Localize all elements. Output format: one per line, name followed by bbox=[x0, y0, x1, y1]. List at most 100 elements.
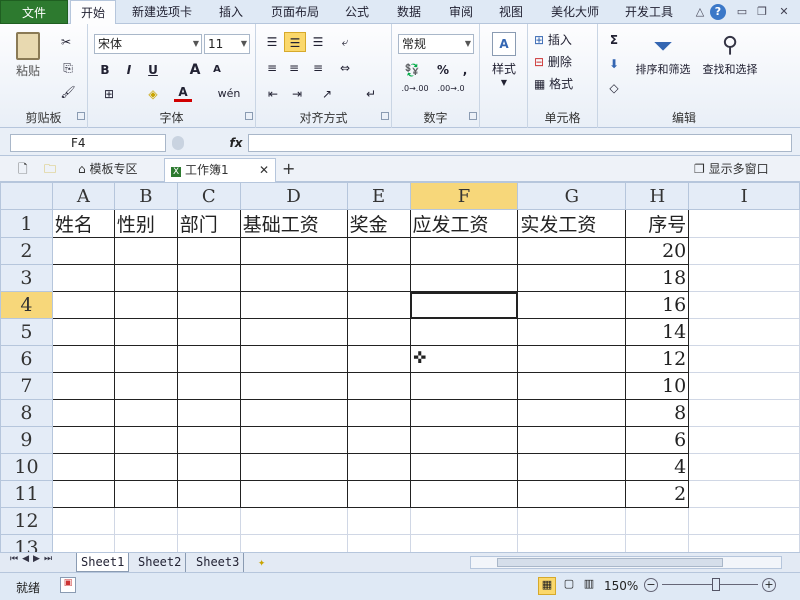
cell[interactable]: 姓名 bbox=[51, 209, 115, 238]
cell[interactable] bbox=[113, 534, 178, 552]
cell[interactable] bbox=[517, 291, 627, 319]
tab-templates[interactable]: ⌂ 模板专区 bbox=[78, 158, 158, 182]
cell[interactable] bbox=[239, 453, 348, 481]
cell[interactable] bbox=[113, 453, 178, 481]
tab-beautify[interactable]: 美化大师 bbox=[540, 0, 610, 24]
tab-page-layout[interactable]: 页面布局 bbox=[262, 0, 328, 24]
fill-icon[interactable]: ⬇ bbox=[604, 54, 624, 74]
format-painter-icon[interactable]: 🖌 bbox=[56, 82, 80, 102]
name-box[interactable]: F4 bbox=[10, 134, 166, 152]
zoom-in-icon[interactable]: + bbox=[762, 578, 776, 592]
cell[interactable] bbox=[346, 237, 411, 265]
cell[interactable] bbox=[409, 372, 519, 400]
tab-review[interactable]: 审阅 bbox=[438, 0, 484, 24]
cell[interactable]: 6 bbox=[625, 426, 690, 454]
cell[interactable] bbox=[176, 318, 241, 346]
zoom-out-icon[interactable]: − bbox=[644, 578, 658, 592]
comma-button[interactable]: , bbox=[458, 60, 472, 80]
cell[interactable]: 8 bbox=[625, 399, 690, 427]
row-header[interactable]: 12 bbox=[0, 507, 53, 535]
cell[interactable] bbox=[176, 237, 241, 265]
column-header-h[interactable]: H bbox=[625, 182, 690, 210]
cell[interactable]: 12 bbox=[625, 345, 690, 373]
align-bottom-icon[interactable]: ☰ bbox=[308, 32, 328, 52]
cell[interactable] bbox=[239, 399, 348, 427]
cell[interactable] bbox=[51, 372, 115, 400]
tab-file[interactable]: 文件 bbox=[0, 0, 68, 24]
align-top-icon[interactable]: ☰ bbox=[262, 32, 282, 52]
clear-icon[interactable]: ◇ bbox=[604, 78, 624, 98]
styles-button[interactable]: A 样式 ▼ bbox=[486, 30, 522, 100]
font-color-button[interactable]: A bbox=[174, 84, 192, 102]
font-size-select[interactable]: 11 ▼ bbox=[204, 34, 250, 54]
cell[interactable] bbox=[409, 534, 519, 552]
decrease-indent-icon[interactable]: ⇤ bbox=[262, 84, 284, 104]
font-name-select[interactable]: 宋体 ▼ bbox=[94, 34, 202, 54]
delete-cells-button[interactable]: ⊟ 删除 bbox=[534, 52, 592, 72]
cell[interactable] bbox=[346, 507, 411, 535]
cell[interactable] bbox=[239, 426, 348, 454]
cell[interactable] bbox=[409, 318, 519, 346]
row-header[interactable]: 7 bbox=[0, 372, 53, 400]
cell[interactable] bbox=[517, 480, 627, 508]
format-cells-button[interactable]: ▦ 格式 bbox=[534, 74, 592, 94]
cell[interactable]: 10 bbox=[625, 372, 690, 400]
cell[interactable] bbox=[51, 534, 115, 552]
cell[interactable] bbox=[517, 399, 627, 427]
cell[interactable] bbox=[688, 237, 800, 265]
cell[interactable] bbox=[688, 291, 800, 319]
row-header[interactable]: 8 bbox=[0, 399, 53, 427]
cell[interactable] bbox=[176, 399, 241, 427]
cell[interactable] bbox=[51, 480, 115, 508]
cell[interactable] bbox=[346, 372, 411, 400]
cell[interactable] bbox=[51, 345, 115, 373]
scrollbar-thumb[interactable] bbox=[497, 558, 723, 567]
cell[interactable] bbox=[176, 507, 241, 535]
row-header[interactable]: 2 bbox=[0, 237, 53, 265]
cell[interactable] bbox=[51, 426, 115, 454]
normal-view-icon[interactable]: ▦ bbox=[538, 577, 556, 595]
cell[interactable] bbox=[517, 345, 627, 373]
row-header[interactable]: 6 bbox=[0, 345, 53, 373]
cell[interactable] bbox=[176, 345, 241, 373]
cell[interactable]: 性别 bbox=[113, 209, 178, 238]
insert-function-button[interactable]: fx bbox=[226, 134, 246, 152]
cell[interactable] bbox=[625, 534, 690, 552]
cell[interactable] bbox=[51, 453, 115, 481]
close-icon[interactable]: ✕ bbox=[259, 159, 269, 181]
wrap-text-icon[interactable]: ⤶ bbox=[334, 32, 356, 52]
cell[interactable] bbox=[409, 237, 519, 265]
cell[interactable]: 14 bbox=[625, 318, 690, 346]
cell[interactable] bbox=[346, 318, 411, 346]
row-header[interactable]: 1 bbox=[0, 209, 53, 238]
cell[interactable] bbox=[346, 264, 411, 292]
align-center-icon[interactable]: ≡ bbox=[284, 58, 304, 78]
page-layout-view-icon[interactable]: ▢ bbox=[560, 577, 578, 595]
sheet-tab-2[interactable]: Sheet2 bbox=[134, 553, 187, 572]
cell[interactable] bbox=[688, 372, 800, 400]
cell[interactable] bbox=[239, 291, 348, 319]
column-header-a[interactable]: A bbox=[51, 182, 115, 210]
number-format-select[interactable]: 常规 ▼ bbox=[398, 34, 474, 54]
column-header-f[interactable]: F bbox=[409, 182, 519, 210]
cell[interactable] bbox=[517, 507, 627, 535]
cell[interactable] bbox=[517, 426, 627, 454]
column-header-e[interactable]: E bbox=[346, 182, 411, 210]
show-multi-window-button[interactable]: ❐ 显示多窗口 bbox=[694, 158, 794, 182]
percent-button[interactable]: % bbox=[434, 60, 452, 80]
border-icon[interactable]: ⊞ bbox=[98, 84, 120, 104]
open-folder-icon[interactable]: 🗀 bbox=[44, 158, 62, 182]
new-tab-button[interactable]: + bbox=[282, 158, 298, 182]
cell[interactable] bbox=[176, 372, 241, 400]
increase-indent-icon[interactable]: ⇥ bbox=[286, 84, 308, 104]
cell[interactable] bbox=[113, 372, 178, 400]
tab-new[interactable]: 新建选项卡 bbox=[120, 0, 204, 24]
formula-bar-handle-icon[interactable] bbox=[172, 136, 184, 150]
cell[interactable]: 实发工资 bbox=[517, 209, 627, 238]
row-header[interactable]: 11 bbox=[0, 480, 53, 508]
cell[interactable] bbox=[346, 534, 411, 552]
cell[interactable] bbox=[688, 426, 800, 454]
cell[interactable] bbox=[517, 264, 627, 292]
minimize-icon[interactable]: ▭ bbox=[734, 4, 750, 20]
row-header[interactable]: 10 bbox=[0, 453, 53, 481]
